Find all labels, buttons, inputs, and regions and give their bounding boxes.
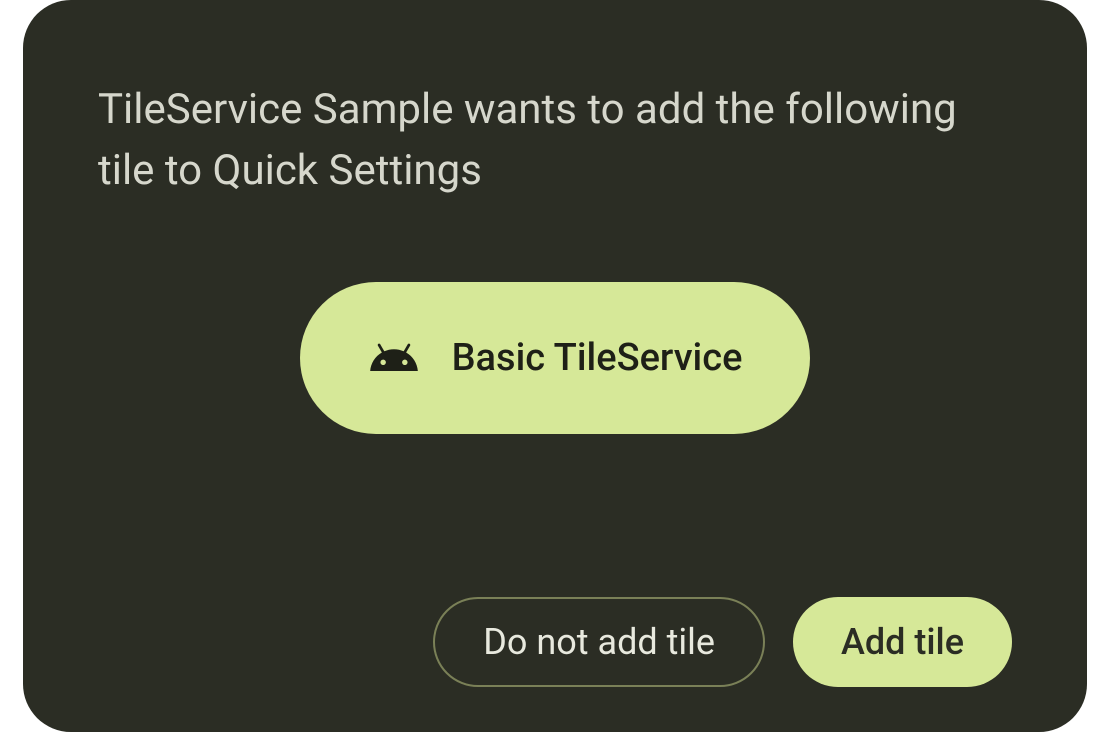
tile-preview-container: Basic TileService (98, 282, 1012, 434)
add-tile-dialog: TileService Sample wants to add the foll… (23, 0, 1087, 732)
tile-label: Basic TileService (452, 336, 743, 380)
add-tile-button[interactable]: Add tile (793, 597, 1012, 687)
button-row: Do not add tile Add tile (433, 597, 1012, 687)
do-not-add-button[interactable]: Do not add tile (433, 597, 765, 687)
dialog-title: TileService Sample wants to add the foll… (98, 80, 1012, 202)
android-icon (368, 332, 420, 384)
tile-preview: Basic TileService (300, 282, 811, 434)
